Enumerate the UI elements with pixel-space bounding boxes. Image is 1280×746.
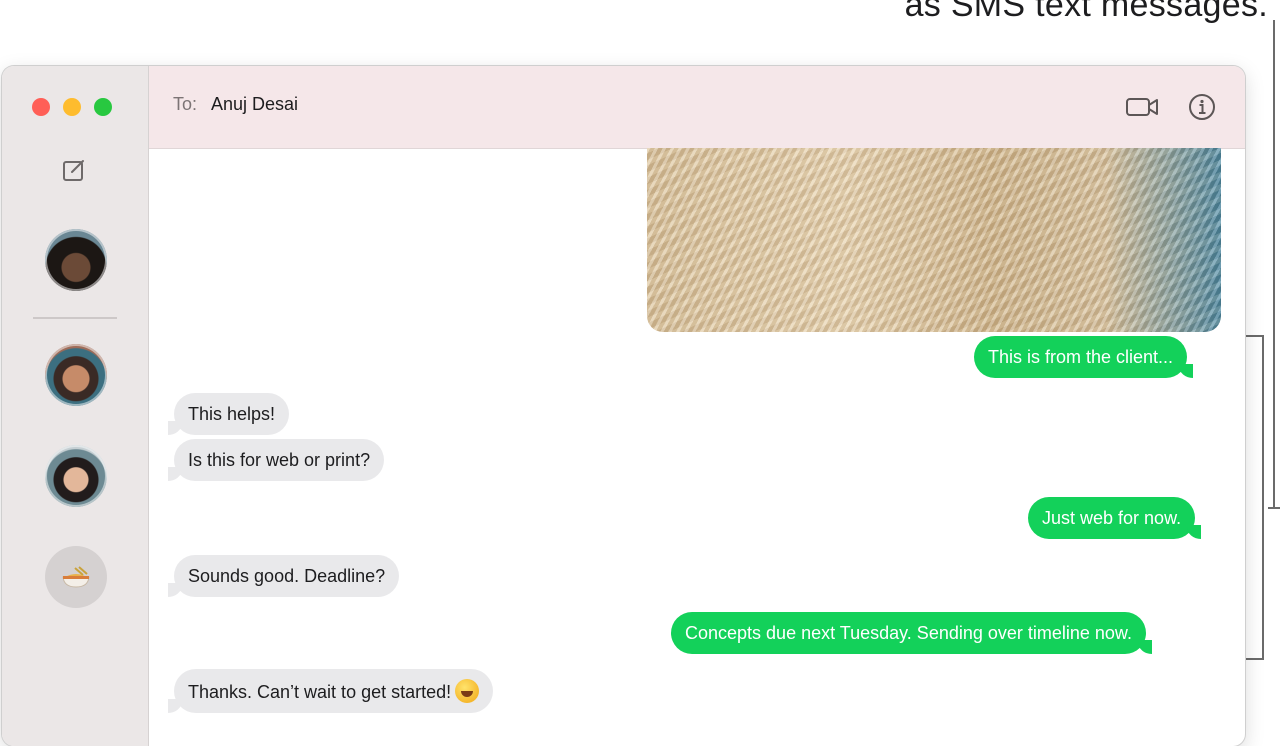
sidebar [2,66,149,746]
conversation-avatar[interactable] [45,546,107,608]
conversation-avatar[interactable] [45,229,107,291]
message-bubble-sent[interactable]: Concepts due next Tuesday. Sending over … [671,612,1152,654]
callout-leader-stub [1268,507,1280,509]
compose-icon[interactable] [60,156,88,184]
callout-leader-line [1273,20,1275,508]
close-window-button[interactable] [32,98,50,116]
video-call-icon[interactable] [1125,92,1159,122]
minimize-window-button[interactable] [63,98,81,116]
conversation-avatar[interactable] [45,445,107,507]
conversation-avatar[interactable] [45,344,107,406]
message-bubble-sent[interactable]: This is from the client... [974,336,1194,378]
grinning-face-emoji [455,679,480,703]
message-bubble-received[interactable]: This helps! [167,393,290,435]
message-bubble-sent[interactable]: Just web for now. [1028,497,1202,539]
photo-attachment[interactable] [647,148,1221,332]
sidebar-divider [33,317,117,319]
message-bubble-received[interactable]: Sounds good. Deadline? [167,555,400,597]
info-icon[interactable] [1187,92,1221,122]
message-bubble-received[interactable]: Is this for web or print? [167,439,385,481]
message-bubble-received[interactable]: Thanks. Can’t wait to get started! [167,669,494,713]
message-text: Thanks. Can’t wait to get started! [188,682,452,702]
callout-text: as SMS text messages. [904,0,1268,24]
to-label: To: [173,94,198,114]
messages-window: To: Anuj Desai This is from the client..… [2,66,1245,746]
recipient-name[interactable]: Anuj Desai [211,94,298,115]
zoom-window-button[interactable] [94,98,112,116]
callout-bracket [1246,335,1264,660]
noodle-bowl-icon [62,566,90,588]
conversation-header: To: Anuj Desai [149,66,1245,149]
